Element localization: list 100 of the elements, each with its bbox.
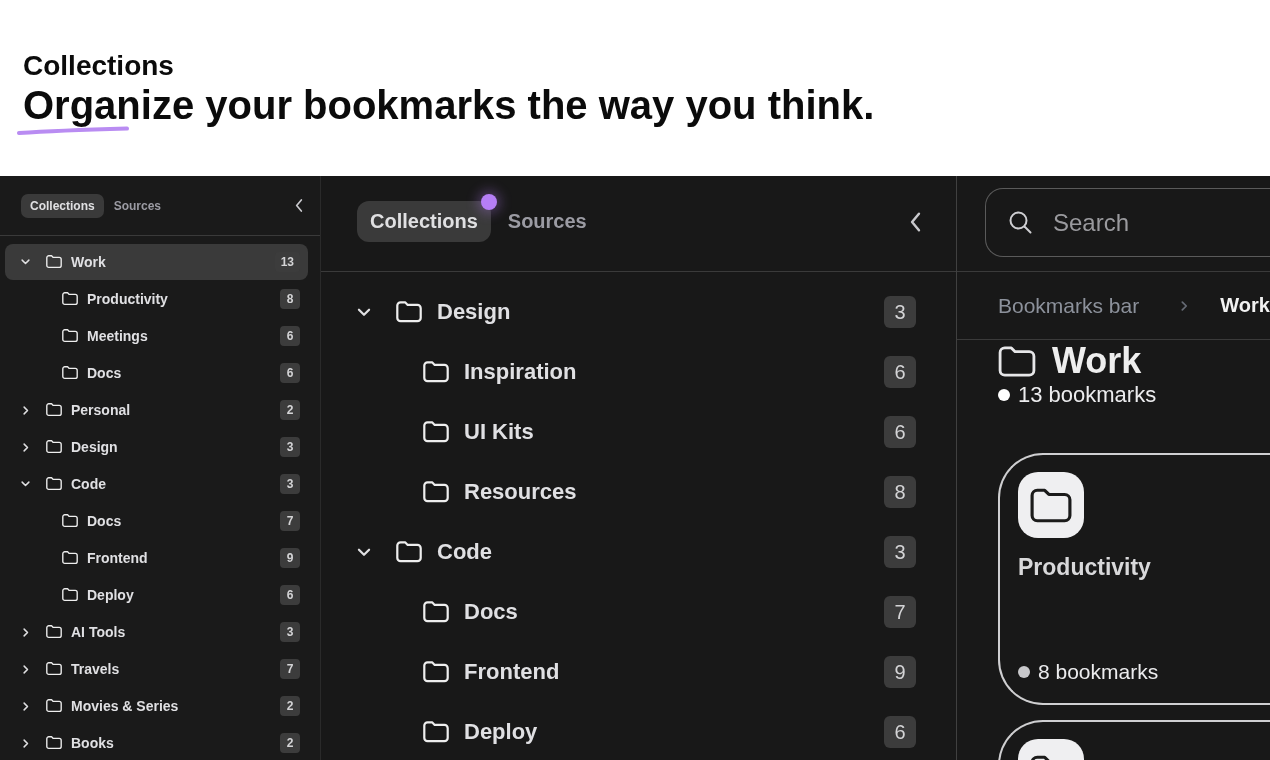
folder-name: Meetings — [87, 328, 148, 344]
tree-item[interactable]: Docs 6 — [5, 355, 308, 391]
folder-icon — [423, 721, 449, 743]
tree-item[interactable]: Design 3 — [357, 282, 916, 342]
count-badge: 8 — [884, 476, 916, 508]
folder-icon — [62, 551, 78, 565]
tree-item[interactable]: Code 3 — [357, 522, 916, 582]
tree-item[interactable]: Docs 7 — [357, 582, 916, 642]
collapse-button[interactable] — [910, 211, 921, 232]
folder-icon — [46, 662, 62, 676]
chevron-down-icon[interactable] — [357, 547, 371, 557]
folder-icon — [396, 541, 422, 563]
chevron-right-icon[interactable] — [23, 664, 29, 674]
collapse-button[interactable] — [295, 199, 303, 212]
count-badge: 7 — [280, 511, 300, 531]
collection-card[interactable]: Productivity 8 bookmarks — [998, 453, 1270, 705]
search-field[interactable]: Search — [985, 188, 1270, 257]
tree-item[interactable]: Personal 2 — [5, 392, 308, 428]
folder-icon — [62, 329, 78, 343]
tab[interactable]: Collections — [21, 193, 104, 218]
folder-name: Frontend — [464, 659, 560, 685]
tree-item[interactable]: Resources 8 — [357, 462, 916, 522]
count-badge: 6 — [280, 363, 300, 383]
tree-item[interactable]: Books 2 — [5, 725, 308, 760]
tab[interactable]: Sources — [104, 193, 171, 218]
count-badge: 8 — [280, 289, 300, 309]
folder-icon — [423, 481, 449, 503]
headline: Organize your bookmarks the way you think. — [23, 82, 875, 128]
tree-item[interactable]: Movies & Series 2 — [5, 688, 308, 724]
breadcrumb-current: Work — [1220, 294, 1270, 317]
folder-name: Travels — [71, 661, 120, 677]
chevron-right-icon[interactable] — [23, 701, 29, 711]
chevron-right-icon[interactable] — [23, 405, 29, 415]
chevron-right-icon — [1181, 299, 1189, 312]
folder-icon — [423, 361, 449, 383]
chevron-down-icon[interactable] — [357, 307, 371, 317]
indicator-dot-icon — [481, 194, 497, 210]
folder-icon — [46, 736, 62, 750]
count-badge: 2 — [280, 733, 300, 753]
folder-name: Movies & Series — [71, 698, 179, 714]
chevron-down-icon[interactable] — [21, 481, 30, 487]
folder-name: Work — [71, 254, 106, 270]
folder-name: Productivity — [87, 291, 168, 307]
tree-item[interactable]: Docs 7 — [5, 503, 308, 539]
tree-item[interactable]: AI Tools 3 — [5, 614, 308, 650]
folder-icon — [46, 699, 62, 713]
bookmark-count: 8 bookmarks — [1038, 660, 1159, 684]
dot-icon — [1018, 666, 1030, 678]
tree-item[interactable]: Meetings 6 — [5, 318, 308, 354]
folder-name: Code — [437, 539, 492, 565]
count-badge: 3 — [280, 474, 300, 494]
breadcrumb-link[interactable]: Bookmarks bar — [998, 293, 1140, 318]
tab[interactable]: Collections — [357, 201, 491, 242]
collection-title: Work — [1052, 344, 1142, 378]
count-badge: 7 — [884, 596, 916, 628]
tree-item[interactable]: Frontend 9 — [357, 642, 916, 702]
count-badge: 7 — [280, 659, 300, 679]
tree-item[interactable]: Inspiration 6 — [357, 342, 916, 402]
folder-name: Deploy — [87, 587, 134, 603]
tree-item[interactable]: UI Kits 6 — [357, 402, 916, 462]
folder-icon — [1018, 472, 1084, 538]
folder-icon — [46, 477, 62, 491]
tree-item[interactable]: Code 3 — [5, 466, 308, 502]
folder-name: Inspiration — [464, 359, 577, 385]
section-label: Collections — [23, 50, 174, 82]
folder-icon — [998, 345, 1036, 377]
count-badge: 6 — [884, 356, 916, 388]
folder-name: Personal — [71, 402, 131, 418]
tree-item[interactable]: Productivity 8 — [5, 281, 308, 317]
chevron-right-icon[interactable] — [23, 627, 29, 637]
tree-item[interactable]: Deploy 6 — [357, 702, 916, 760]
tree-item[interactable]: Travels 7 — [5, 651, 308, 687]
folder-icon — [62, 514, 78, 528]
search-icon — [1009, 211, 1032, 234]
chevron-right-icon[interactable] — [23, 442, 29, 452]
folder-name: Books — [71, 735, 114, 751]
tree-item[interactable]: Design 3 — [5, 429, 308, 465]
tree-item[interactable]: Deploy 6 — [5, 577, 308, 613]
folder-name: Resources — [464, 479, 577, 505]
dot-icon — [998, 389, 1010, 401]
chevron-right-icon[interactable] — [23, 738, 29, 748]
tree-item[interactable]: Frontend 9 — [5, 540, 308, 576]
folder-name: Code — [71, 476, 106, 492]
folder-icon — [423, 601, 449, 623]
count-badge: 9 — [884, 656, 916, 688]
folder-icon — [62, 292, 78, 306]
tab[interactable]: Sources — [494, 201, 600, 242]
tree-item[interactable]: Work 13 — [5, 244, 308, 280]
folder-name: Docs — [464, 599, 518, 625]
folder-name: Frontend — [87, 550, 148, 566]
count-badge: 3 — [280, 622, 300, 642]
count-badge: 6 — [884, 416, 916, 448]
folder-icon — [46, 440, 62, 454]
folder-name: Deploy — [464, 719, 538, 745]
count-badge: 2 — [280, 400, 300, 420]
folder-icon — [423, 661, 449, 683]
count-badge: 6 — [884, 716, 916, 748]
folder-name: UI Kits — [464, 419, 534, 445]
chevron-down-icon[interactable] — [21, 259, 30, 265]
folder-icon — [46, 403, 62, 417]
